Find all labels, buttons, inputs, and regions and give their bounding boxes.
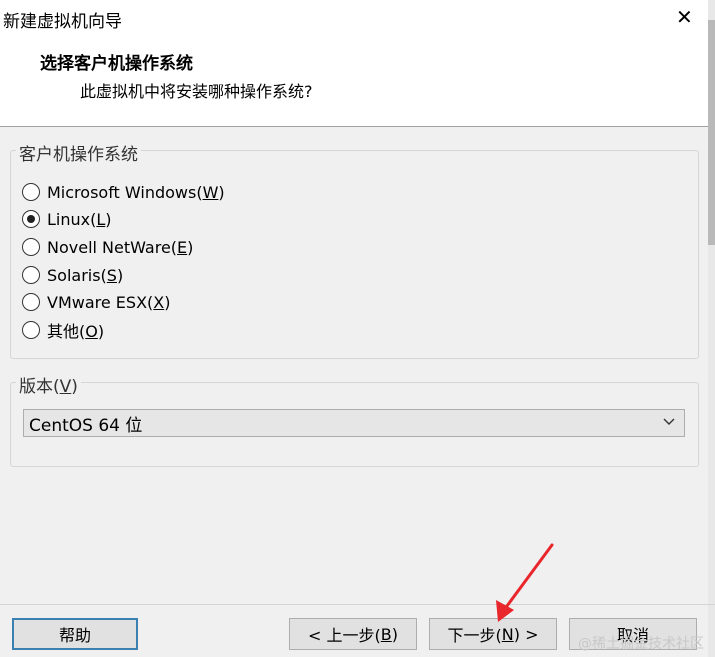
radio-label: Novell NetWare(E) — [47, 237, 194, 257]
radio-label: Solaris(S) — [47, 265, 124, 285]
radio-button-icon[interactable] — [22, 183, 40, 201]
radio-option-windows[interactable]: Microsoft Windows(W) — [22, 181, 225, 203]
footer-divider — [0, 604, 715, 605]
page-subheading: 此虚拟机中将安装哪种操作系统? — [80, 82, 313, 101]
radio-option-netware[interactable]: Novell NetWare(E) — [22, 236, 193, 258]
radio-label: Microsoft Windows(W) — [47, 182, 225, 202]
watermark: @稀土掘金技术社区 — [578, 636, 704, 652]
chevron-down-icon — [663, 418, 675, 425]
version-legend: 版本(V) — [16, 372, 81, 397]
page-heading: 选择客户机操作系统 — [40, 54, 193, 74]
radio-button-icon[interactable] — [22, 266, 40, 284]
radio-option-vmware-esx[interactable]: VMware ESX(X) — [22, 291, 170, 313]
radio-button-icon[interactable] — [22, 321, 40, 339]
radio-label: 其他(O) — [47, 322, 105, 341]
radio-button-icon[interactable] — [22, 293, 40, 311]
radio-label: Linux(L) — [47, 209, 112, 229]
radio-button-icon[interactable] — [22, 210, 40, 228]
window-title: 新建虚拟机向导 — [3, 12, 122, 32]
guest-os-legend: 客户机操作系统 — [16, 140, 141, 165]
back-button[interactable]: < 上一步(B) — [289, 618, 417, 650]
close-icon[interactable]: ✕ — [676, 7, 693, 27]
help-button[interactable]: 帮助 — [12, 618, 138, 650]
radio-option-linux[interactable]: Linux(L) — [22, 208, 112, 230]
version-select-value: CentOS 64 位 — [29, 415, 143, 436]
radio-option-solaris[interactable]: Solaris(S) — [22, 264, 123, 286]
radio-button-icon[interactable] — [22, 238, 40, 256]
red-arrow-annotation — [496, 543, 554, 622]
radio-label: VMware ESX(X) — [47, 292, 171, 312]
scrollbar-thumb[interactable] — [708, 20, 715, 245]
version-select[interactable]: CentOS 64 位 — [23, 409, 685, 437]
radio-option-other[interactable]: 其他(O) — [22, 319, 104, 341]
wizard-header: 新建虚拟机向导 ✕ 选择客户机操作系统 此虚拟机中将安装哪种操作系统? — [0, 0, 715, 127]
